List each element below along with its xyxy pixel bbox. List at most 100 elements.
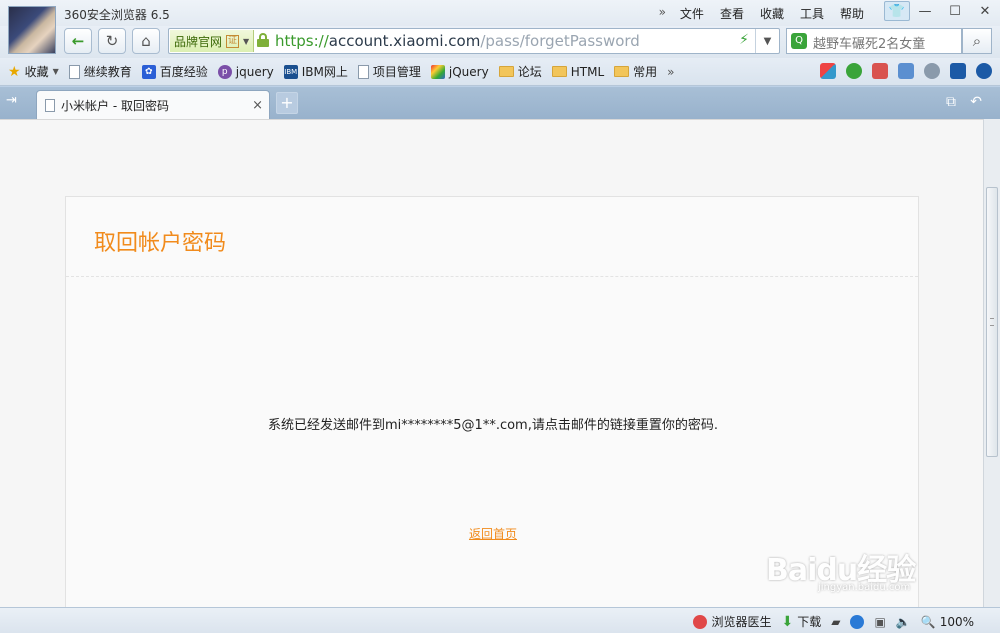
title-bar: 360安全浏览器 6.5 » 文件 查看 收藏 工具 帮助 👕 — ☐ ✕: [0, 0, 1000, 54]
bookmark-label: IBM网上: [301, 65, 348, 79]
php-icon: p: [217, 64, 232, 79]
download-button[interactable]: ⬇ 下载: [781, 613, 821, 630]
wrench-icon[interactable]: [950, 63, 966, 79]
download-label: 下载: [797, 615, 822, 629]
bookmark-folder-forum[interactable]: 论坛: [498, 63, 542, 80]
menu-tools[interactable]: 工具: [792, 5, 832, 22]
zoom-control[interactable]: 🔍 100%: [921, 615, 974, 629]
navigation-bar: ← ↻ ⌂ 品牌官网 证 ▼ https://account.xiaomi.co…: [0, 26, 1000, 58]
jquery-icon: [430, 64, 445, 79]
apps-grid-icon[interactable]: [820, 63, 836, 79]
page-viewport: 取回帐户密码 系统已经发送邮件到mi********5@1**.com,请点击邮…: [0, 119, 983, 607]
ad-block-icon[interactable]: ▰: [831, 615, 840, 629]
vertical-scrollbar[interactable]: [983, 119, 1000, 607]
brand-official-badge[interactable]: 品牌官网 证 ▼: [170, 30, 254, 52]
url-host: account.xiaomi.com: [328, 32, 481, 50]
lock-icon[interactable]: [257, 33, 269, 47]
bookmark-label: 继续教育: [83, 65, 132, 79]
bookmarks-more-icon: »: [667, 64, 675, 79]
bookmark-label: 常用: [633, 65, 658, 79]
bookmark-folder-html[interactable]: HTML: [551, 64, 605, 79]
minimize-button[interactable]: —: [910, 0, 940, 22]
app-title: 360安全浏览器 6.5: [64, 8, 170, 22]
refresh-button[interactable]: ↻: [98, 28, 126, 54]
menu-help[interactable]: 帮助: [832, 5, 872, 22]
home-icon: ⌂: [141, 32, 151, 50]
security-shield-icon[interactable]: [846, 63, 862, 79]
url-text[interactable]: https://account.xiaomi.com/pass/forgetPa…: [275, 32, 640, 50]
window-mode-icon[interactable]: ▣: [874, 615, 885, 629]
bookmark-jquery-php[interactable]: p jquery: [217, 64, 274, 79]
url-path: /pass/forgetPassword: [480, 32, 640, 50]
folder-icon: [551, 66, 567, 77]
menu-bar: » 文件 查看 收藏 工具 帮助: [653, 5, 872, 22]
home-button[interactable]: ⌂: [132, 28, 160, 54]
medical-cross-icon: [693, 614, 708, 629]
url-scheme: https://: [275, 32, 329, 50]
back-arrow-icon: ←: [71, 32, 85, 50]
search-input[interactable]: 越野车碾死2名女童: [813, 33, 925, 52]
search-icon: ⌕: [972, 32, 982, 50]
bookmark-label: 百度经验: [159, 65, 208, 79]
restore-tabs-icon[interactable]: ⧉: [946, 94, 956, 110]
undo-close-icon[interactable]: ↶: [970, 94, 982, 110]
certificate-icon: 证: [226, 34, 240, 48]
toolbar-extensions: [820, 63, 992, 79]
volume-icon[interactable]: 🔈: [896, 615, 911, 629]
tab-strip: ⇥ 小米帐户 - 取回密码 × + ⧉ ↶: [0, 87, 1000, 119]
folder-icon: [498, 66, 514, 77]
bookmark-folder-common[interactable]: 常用: [614, 63, 657, 80]
menu-file[interactable]: 文件: [672, 5, 712, 22]
download-arrow-icon: ⬇: [781, 613, 794, 630]
translate-icon[interactable]: [872, 63, 888, 79]
baidu-jingyan-url: jingyan.baidu.com: [818, 582, 911, 593]
status-items: 浏览器医生 ⬇ 下载 ▰ ▣ 🔈 🔍 100%: [693, 613, 974, 630]
page-title: 取回帐户密码: [94, 231, 227, 256]
scrollbar-thumb[interactable]: [986, 187, 998, 457]
user-avatar[interactable]: [8, 6, 56, 54]
tab-xiaomi-account[interactable]: 小米帐户 - 取回密码 ×: [36, 90, 270, 119]
address-dropdown-button[interactable]: ▼: [755, 29, 779, 53]
search-box[interactable]: Q 越野车碾死2名女童: [786, 28, 962, 54]
bookmarks-bar: ★ 收藏 ▼ 继续教育 ✿ 百度经验 p jquery IBM IBM网上 项目…: [0, 58, 1000, 86]
menu-view[interactable]: 查看: [712, 5, 752, 22]
bookmark-ibm[interactable]: IBM IBM网上: [283, 63, 348, 80]
new-tab-button[interactable]: +: [276, 92, 298, 114]
maximize-button[interactable]: ☐: [940, 0, 970, 22]
back-button[interactable]: ←: [64, 28, 92, 54]
baidu-paw-icon: ✿: [141, 64, 156, 79]
browser-doctor-button[interactable]: 浏览器医生: [693, 613, 771, 630]
bookmark-label: HTML: [570, 64, 605, 79]
speed-mode-icon[interactable]: ⚡: [739, 32, 749, 48]
bookmark-label: jquery: [235, 64, 274, 79]
search-button[interactable]: ⌕: [962, 28, 992, 54]
sidebar-toggle-icon[interactable]: ⇥: [6, 93, 26, 111]
bookmark-baidu-jingyan[interactable]: ✿ 百度经验: [141, 63, 208, 80]
skin-shirt-icon[interactable]: 👕: [884, 1, 910, 21]
profile-icon[interactable]: [976, 63, 992, 79]
close-tab-icon[interactable]: ×: [252, 98, 269, 113]
search-engine-icon[interactable]: Q: [791, 33, 807, 49]
ie-mode-icon[interactable]: [850, 614, 865, 629]
zoom-level: 100%: [939, 614, 974, 629]
close-window-button[interactable]: ✕: [970, 0, 1000, 22]
bookmark-project-management[interactable]: 项目管理: [357, 63, 421, 80]
menu-favorites[interactable]: 收藏: [752, 5, 792, 22]
browser-doctor-label: 浏览器医生: [711, 615, 772, 629]
brand-label: 品牌官网: [174, 34, 223, 49]
page-icon: [357, 64, 369, 79]
page-icon: [68, 64, 80, 79]
tools-icon[interactable]: [924, 63, 940, 79]
refresh-icon: ↻: [105, 32, 119, 50]
bookmark-continuing-education[interactable]: 继续教育: [68, 63, 132, 80]
bookmark-label: 项目管理: [372, 65, 421, 79]
menu-more-icon[interactable]: »: [653, 5, 672, 22]
bookmark-favorites[interactable]: ★ 收藏 ▼: [8, 63, 59, 80]
bookmarks-more-button[interactable]: »: [667, 65, 674, 79]
bookmark-label: 论坛: [517, 65, 542, 79]
return-home-link[interactable]: 返回首页: [66, 525, 920, 542]
address-bar[interactable]: 品牌官网 证 ▼ https://account.xiaomi.com/pass…: [168, 28, 780, 54]
chevron-down-icon: ▼: [243, 36, 250, 46]
screenshot-icon[interactable]: [898, 63, 914, 79]
bookmark-jquery[interactable]: jQuery: [430, 64, 489, 79]
